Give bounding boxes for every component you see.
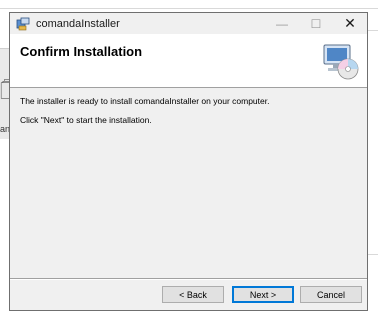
- cancel-button[interactable]: Cancel: [300, 286, 362, 303]
- back-button[interactable]: < Back: [162, 286, 224, 303]
- start-instruction-text: Click "Next" to start the installation.: [20, 115, 152, 125]
- installer-dialog: comandaInstaller — ☐ ✕ Confirm Installat…: [9, 12, 368, 311]
- window-title: comandaInstaller: [36, 17, 120, 30]
- background-divider: [0, 8, 378, 9]
- minimize-button[interactable]: —: [265, 13, 299, 34]
- background-divider: [368, 30, 378, 31]
- installer-app-icon: [16, 17, 30, 31]
- background-divider: [368, 254, 378, 255]
- button-separator: [10, 278, 367, 280]
- page-title: Confirm Installation: [20, 44, 143, 59]
- install-ready-text: The installer is ready to install comand…: [20, 96, 270, 106]
- close-button[interactable]: ✕: [333, 13, 367, 34]
- next-button[interactable]: Next >: [232, 286, 294, 303]
- title-bar[interactable]: comandaInstaller — ☐ ✕: [10, 13, 367, 34]
- computer-cd-icon: [322, 42, 360, 80]
- dialog-header: Confirm Installation: [10, 34, 367, 88]
- maximize-button[interactable]: ☐: [299, 13, 333, 34]
